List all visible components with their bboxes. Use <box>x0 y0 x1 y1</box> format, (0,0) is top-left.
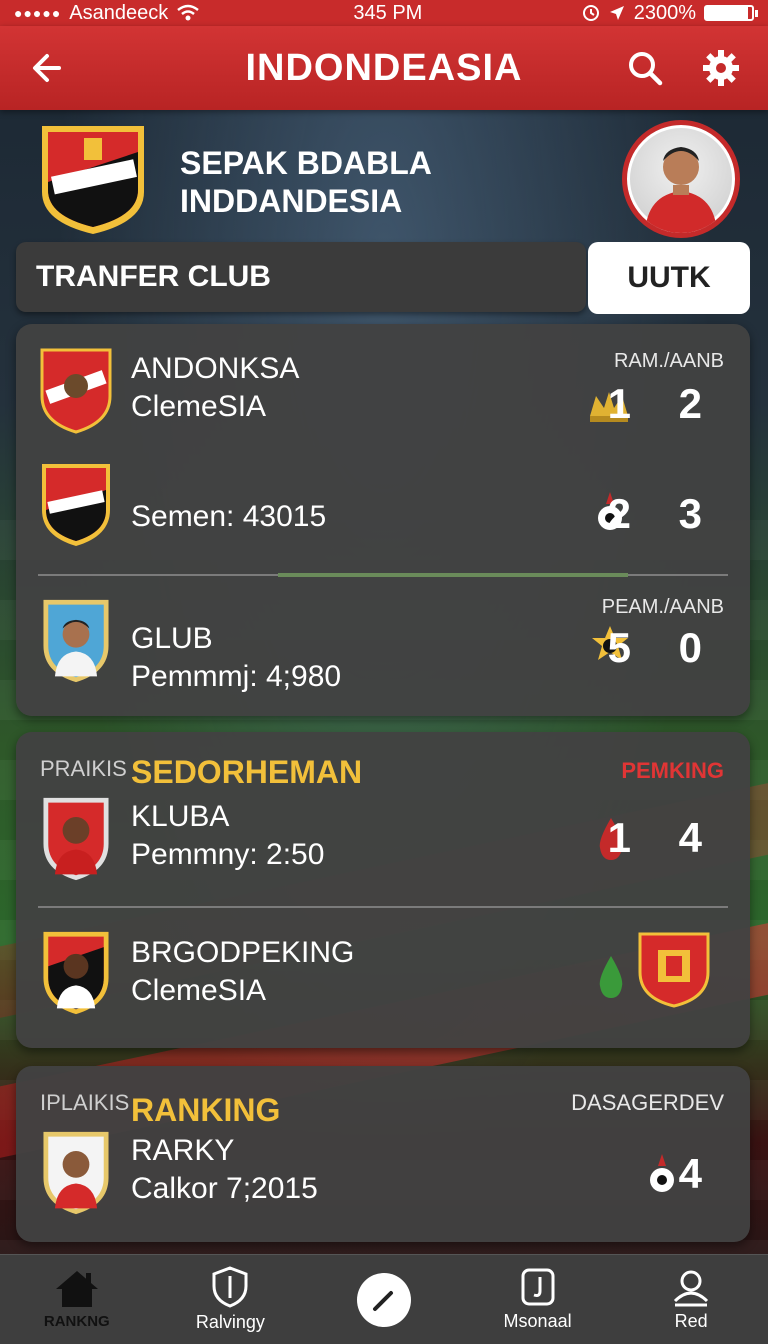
nav-item-rankings[interactable]: Ralvingy <box>154 1255 308 1344</box>
team-header: SEPAK BDABLA INDDANDESIA <box>0 112 768 240</box>
transfer-action-button[interactable]: UUTK <box>588 242 750 314</box>
team-name: SEPAK BDABLA INDDANDESIA <box>180 144 432 220</box>
row-title: GLUB <box>131 622 213 655</box>
search-icon <box>629 52 663 86</box>
home-icon <box>55 1271 98 1307</box>
row-subtitle: ClemeSIA <box>131 390 267 423</box>
alarm-icon <box>582 5 599 21</box>
row-title: ANDONKSA <box>131 352 300 385</box>
nav-label: Msonaal <box>503 1311 572 1331</box>
player-badge-icon <box>43 599 109 683</box>
transfer-label: TRANFER CLUB <box>36 260 271 293</box>
list-item[interactable]: BRGODPEKING ClemeSIA <box>16 928 750 1028</box>
ball-drop-icon <box>650 1154 674 1192</box>
green-drop-icon <box>599 956 623 998</box>
nav-label: Red <box>674 1311 708 1331</box>
row-score: 1 4 <box>607 814 720 861</box>
list-item[interactable]: GLUB Pemmmj: 4;980 PEAM./AANB 5 0 <box>16 596 750 696</box>
search-button[interactable] <box>622 45 668 91</box>
divider <box>38 906 728 908</box>
signal-icon: ●●●●● <box>14 5 62 21</box>
nav-item-profile[interactable]: Red <box>614 1255 768 1344</box>
row-title: KLUBA <box>131 800 230 833</box>
row-subtitle: Semen: 43015 <box>131 500 327 533</box>
section-label: IPLAIKIS <box>40 1090 130 1115</box>
ranking-card: PRAIKIS SEDORHEMAN PEMKING KLUBA Pemmny:… <box>16 732 750 1048</box>
back-button[interactable] <box>24 45 70 91</box>
status-bar: ●●●●● Asandeeck 345 PM 2300% <box>0 0 768 26</box>
section-title: SEDORHEMAN <box>131 754 363 790</box>
ranking-card: IPLAIKIS RANKING DASAGERDEV RARKY Calkor… <box>16 1066 750 1242</box>
team-name-line1: SEPAK BDABLA <box>180 145 432 181</box>
arrow-left-icon <box>33 54 61 82</box>
section-right-label: DASAGERDEV <box>571 1090 724 1115</box>
section-label: PRAIKIS <box>40 756 127 781</box>
section-title: RANKING <box>131 1092 281 1128</box>
shield-icon <box>212 1266 248 1308</box>
transfer-club-bar[interactable]: TRANFER CLUB <box>16 242 586 312</box>
row-score: 4 <box>678 1150 720 1197</box>
gear-icon <box>703 50 739 86</box>
app-header: INDONDEASIA <box>0 26 768 110</box>
list-item[interactable]: ANDONKSA ClemeSIA RAM./AANB 1 2 <box>16 346 750 446</box>
list-item[interactable]: KLUBA Pemmny: 2:50 1 4 <box>16 794 750 894</box>
row-score: 1 2 <box>607 380 720 427</box>
row-subtitle: Pemmmj: 4;980 <box>131 660 342 693</box>
player-avatar[interactable] <box>622 120 740 238</box>
bottom-nav: RANKNG Ralvingy Msonaal Red <box>0 1254 768 1344</box>
profile-icon <box>674 1270 709 1307</box>
list-item[interactable]: RARKY Calkor 7;2015 4 <box>16 1128 750 1228</box>
club-emblem-icon <box>638 932 710 1008</box>
list-item[interactable]: Semen: 43015 2 3 <box>16 460 750 560</box>
nav-label: Ralvingy <box>195 1312 265 1332</box>
match-card: ANDONKSA ClemeSIA RAM./AANB 1 2 Semen: 4… <box>16 324 750 716</box>
player-badge-icon <box>43 931 109 1015</box>
row-title: RARKY <box>131 1134 235 1167</box>
battery-icon <box>704 5 758 21</box>
pencil-icon <box>372 1290 393 1311</box>
settings-button[interactable] <box>698 45 744 91</box>
row-score: 2 3 <box>607 490 720 537</box>
club-crest-icon <box>42 464 110 546</box>
nav-item-edit[interactable] <box>307 1255 461 1344</box>
row-title: BRGODPEKING <box>131 936 355 969</box>
team-name-line2: INDDANDESIA <box>180 183 403 219</box>
row-subtitle: Pemmny: 2:50 <box>131 838 325 871</box>
edit-button[interactable] <box>356 1272 411 1327</box>
clock: 345 PM <box>353 1 423 24</box>
carrier-name: Asandeeck <box>69 1 169 24</box>
club-crest-icon <box>40 348 112 434</box>
row-right-label: PEAM./AANB <box>601 596 724 618</box>
player-badge-icon <box>43 1131 109 1215</box>
divider <box>38 573 728 577</box>
player-portrait-icon <box>645 147 717 233</box>
battery-percent: 2300% <box>633 1 696 24</box>
row-subtitle: Calkor 7;2015 <box>131 1172 318 1205</box>
jersey-icon <box>521 1268 555 1306</box>
row-subtitle: ClemeSIA <box>131 974 267 1007</box>
location-icon <box>609 6 624 20</box>
club-crest-icon <box>42 126 144 234</box>
nav-item-ranking[interactable]: RANKNG <box>0 1255 154 1344</box>
nav-item-personal[interactable]: Msonaal <box>461 1255 615 1344</box>
row-score: 5 0 <box>607 624 720 671</box>
section-right-label: PEMKING <box>621 758 724 783</box>
player-badge-icon <box>43 797 109 881</box>
row-right-label: RAM./AANB <box>613 350 724 372</box>
nav-label: RANKNG <box>43 1313 110 1330</box>
